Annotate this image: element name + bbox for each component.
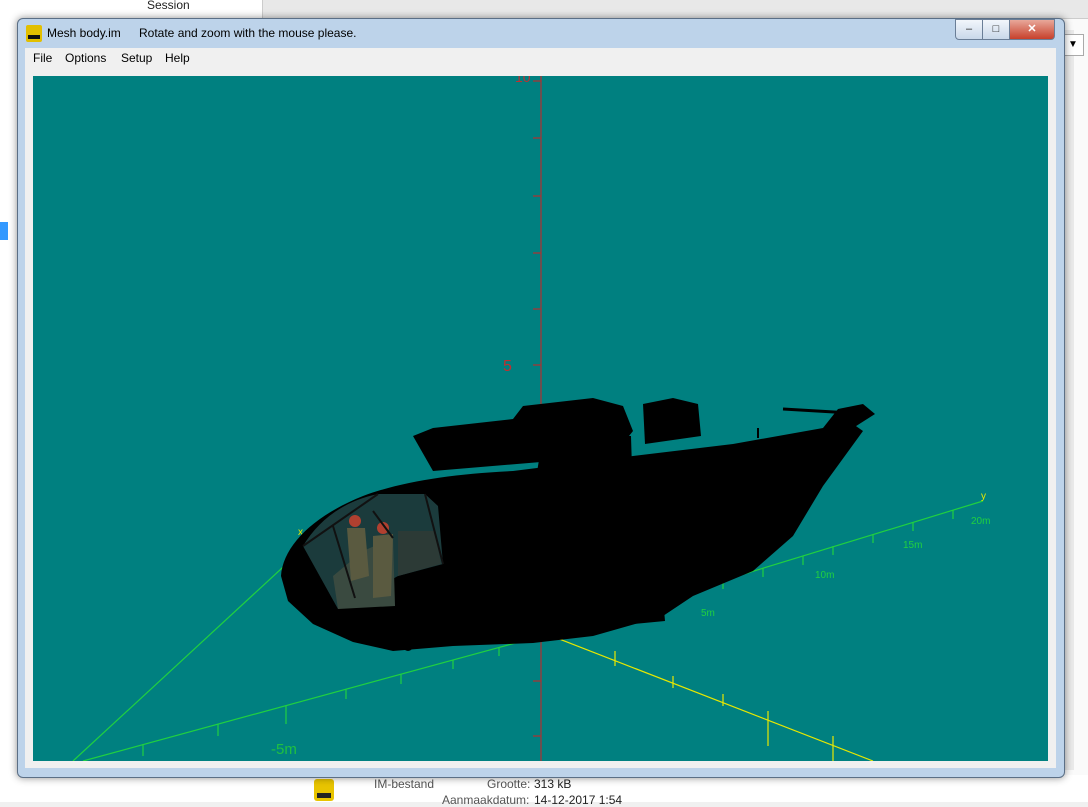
app-icon [26, 25, 42, 42]
session-label: Session [147, 0, 190, 12]
title-bar[interactable]: Mesh body.im Rotate and zoom with the mo… [18, 19, 1064, 47]
ground-line [512, 620, 874, 761]
date-value: 14-12-2017 1:54 [534, 793, 623, 807]
y-tick-5m: 5m [701, 608, 715, 619]
menu-bar: File Options Setup Help [25, 48, 1056, 68]
details-pane: IM-bestand Grootte: 313 kB Aanmaakdatum:… [262, 775, 1088, 807]
menu-setup[interactable]: Setup [121, 51, 152, 65]
y-tick-10m: 10m [815, 570, 834, 581]
client-area: 10 5 -5m x 5m 10m 15m 20m y [25, 68, 1056, 768]
date-label: Aanmaakdatum: [442, 793, 530, 807]
menu-options[interactable]: Options [65, 51, 106, 65]
x-tick-minus5: -5m [271, 741, 297, 758]
menu-help[interactable]: Help [165, 51, 190, 65]
menu-file[interactable]: File [33, 51, 52, 65]
z-tick-5: 5 [503, 358, 512, 375]
window-title: Mesh body.im [47, 26, 121, 40]
scene-svg: 10 5 -5m x 5m 10m 15m 20m y [72, 76, 990, 761]
maximize-button[interactable]: □ [982, 19, 1010, 40]
close-button[interactable]: ✕ [1009, 19, 1055, 40]
size-value: 313 kB [534, 777, 572, 791]
mesh-viewer-window: Mesh body.im Rotate and zoom with the mo… [17, 18, 1065, 778]
y-tick-20m: 20m [971, 516, 990, 527]
selection-highlight [0, 222, 8, 240]
file-icon [314, 779, 334, 801]
3d-viewport[interactable]: 10 5 -5m x 5m 10m 15m 20m y [33, 76, 1048, 761]
y-axis-label: y [981, 491, 986, 502]
chevron-down-icon[interactable]: ▼ [1062, 34, 1084, 56]
size-label: Grootte: [487, 777, 531, 791]
file-type: IM-bestand [374, 777, 435, 791]
pilot-helmet [349, 515, 361, 527]
helicopter-model [281, 398, 875, 651]
window-subtitle: Rotate and zoom with the mouse please. [139, 26, 357, 40]
background-column-header [263, 0, 1088, 19]
z-tick-10: 10 [515, 76, 531, 85]
y-tick-15m: 15m [903, 540, 922, 551]
minimize-button[interactable]: – [955, 19, 983, 40]
